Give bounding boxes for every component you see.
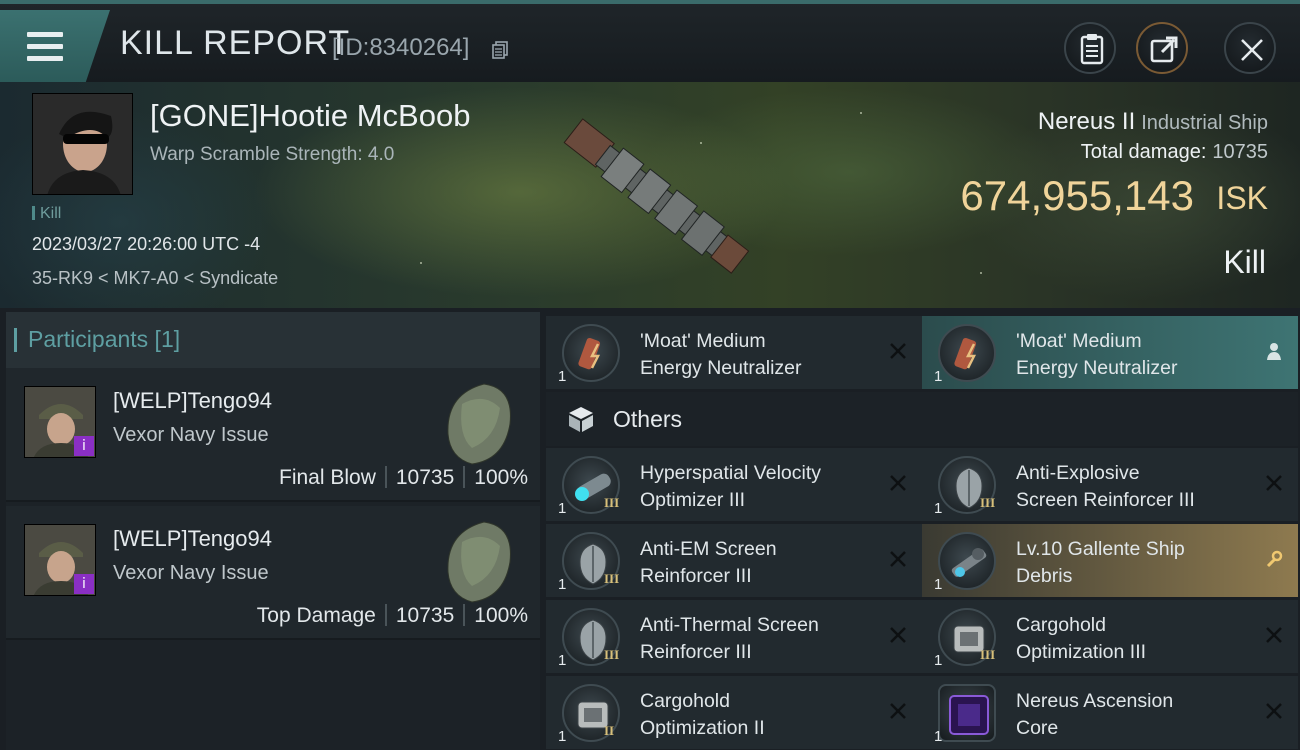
item-row[interactable]: 1 III Anti-Thermal Screen Reinforcer III (546, 600, 922, 673)
implant-badge: i (74, 436, 94, 456)
participant-name[interactable]: [WELP]Tengo94 (113, 388, 272, 414)
participant-ship: Vexor Navy Issue (113, 424, 269, 446)
item-row[interactable]: 1 Lv.10 Gallente Ship Debris (922, 524, 1298, 597)
menu-button[interactable] (0, 10, 110, 82)
page-title: KILL REPORT (120, 24, 351, 62)
item-name: Nereus Ascension Core (1016, 690, 1174, 739)
kill-id: [ID:8340264] (332, 34, 470, 61)
person-icon (1267, 343, 1281, 360)
participant-stats: Top Damage 10735 100% (256, 604, 528, 627)
item-row[interactable]: 1 II Cargohold Optimization II (546, 676, 922, 749)
others-label: Others (613, 406, 683, 432)
item-name: Hyperspatial Velocity Optimizer III (640, 462, 822, 511)
top-bar: KILL REPORT [ID:8340264] (0, 0, 1300, 82)
close-icon (1241, 39, 1263, 61)
destroyed-x-icon (890, 475, 906, 491)
participant-portrait[interactable]: i (24, 386, 96, 458)
kill-location[interactable]: 35-RK9 < MK7-A0 < Syndicate (32, 268, 278, 289)
destroyed-x-icon (890, 627, 906, 643)
share-export-icon (1150, 36, 1178, 63)
item-row[interactable]: 1 III Anti-EM Screen Reinforcer III (546, 524, 922, 597)
energy-neutralizer-icon (938, 324, 996, 382)
item-row[interactable]: 1 'Moat' Medium Energy Neutralizer (546, 316, 922, 389)
hamburger-menu-icon (27, 32, 63, 62)
wrench-icon (1266, 550, 1283, 568)
destroyed-x-icon (890, 703, 906, 719)
others-section-header: Others (546, 392, 1298, 446)
participant-ship-image (447, 521, 511, 603)
participant-ship: Vexor Navy Issue (113, 562, 269, 584)
item-name: 'Moat' Medium Energy Neutralizer (1016, 330, 1178, 379)
participant-row[interactable]: i [WELP]Tengo94 Vexor Navy Issue Final B… (6, 368, 540, 502)
implant-badge: i (74, 574, 94, 594)
item-row[interactable]: 1 III Anti-Explosive Screen Reinforcer II… (922, 448, 1298, 521)
participant-row[interactable]: i [WELP]Tengo94 Vexor Navy Issue Top Dam… (6, 506, 540, 640)
isk-value: 674,955,143 (960, 172, 1194, 219)
copy-icon[interactable] (492, 41, 508, 59)
item-name: Cargohold Optimization III (1016, 614, 1147, 663)
destroyed-x-icon (1266, 475, 1282, 491)
participants-title: Participants [1] (13, 326, 181, 352)
item-name: Lv.10 Gallente Ship Debris (1016, 538, 1185, 587)
victim-portrait[interactable] (32, 93, 133, 195)
share-button[interactable] (1136, 22, 1188, 74)
item-name: Anti-Thermal Screen Reinforcer III (640, 614, 819, 663)
ship-class: Industrial Ship (1141, 112, 1268, 134)
item-row[interactable]: 1 III Cargohold Optimization III (922, 600, 1298, 673)
ascension-core-icon (938, 684, 996, 742)
destroyed-x-icon (1266, 703, 1282, 719)
cube-icon (569, 407, 593, 432)
participant-stats: Final Blow 10735 100% (279, 466, 528, 489)
participant-name[interactable]: [WELP]Tengo94 (113, 526, 272, 552)
participants-header: Participants [1] (6, 312, 540, 368)
isk-unit: ISK (1216, 180, 1268, 216)
item-name: Anti-EM Screen Reinforcer III (640, 538, 777, 587)
kill-status: Kill (1223, 244, 1266, 280)
warp-scramble-strength: Warp Scramble Strength: 4.0 (150, 144, 395, 165)
destroyed-x-icon (1266, 627, 1282, 643)
ship-debris-icon (938, 532, 996, 590)
clipboard-button[interactable] (1064, 22, 1116, 74)
destroyed-x-icon (890, 343, 906, 359)
ship-render-image (563, 118, 750, 274)
victim-name[interactable]: [GONE]Hootie McBoob (150, 98, 470, 134)
item-name: Cargohold Optimization II (640, 690, 765, 739)
close-button[interactable] (1224, 22, 1276, 74)
kill-timestamp: 2023/03/27 20:26:00 UTC -4 (32, 234, 261, 254)
participant-portrait[interactable]: i (24, 524, 96, 596)
participants-panel: Participants [1] i [WELP]Tengo94 Vexor N… (6, 312, 540, 750)
item-row[interactable]: 1 Nereus Ascension Core (922, 676, 1298, 749)
clipboard-icon (1080, 34, 1104, 65)
destroyed-x-icon (890, 551, 906, 567)
item-name: 'Moat' Medium Energy Neutralizer (640, 330, 802, 379)
participant-ship-image (447, 383, 511, 465)
victim-summary: [GONE]Hootie McBoob Warp Scramble Streng… (0, 82, 1300, 308)
item-row[interactable]: 1 'Moat' Medium Energy Neutralizer (922, 316, 1298, 389)
item-row[interactable]: 1 III Hyperspatial Velocity Optimizer III (546, 448, 922, 521)
item-name: Anti-Explosive Screen Reinforcer III (1016, 462, 1195, 511)
ship-name[interactable]: Nereus II Industrial Ship (1038, 108, 1268, 136)
total-damage: Total damage: 10735 (1080, 141, 1268, 163)
kill-tag: Kill (32, 205, 61, 223)
energy-neutralizer-icon (562, 324, 620, 382)
